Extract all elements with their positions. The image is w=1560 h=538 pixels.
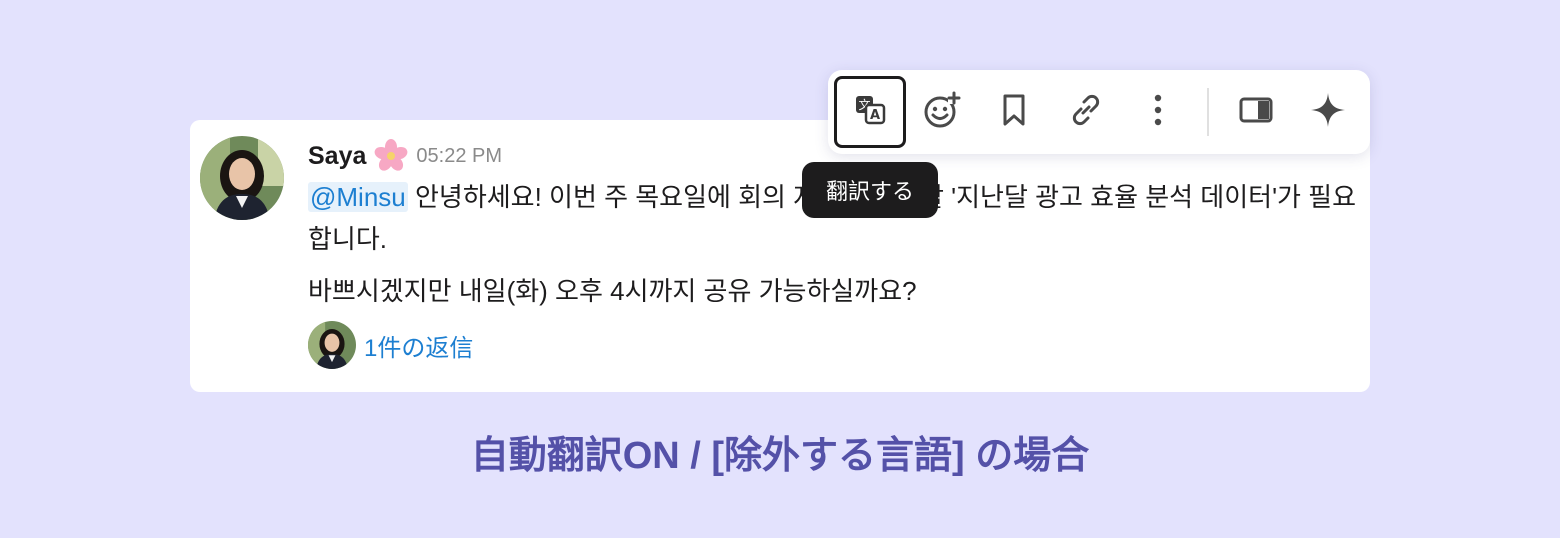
author-name[interactable]: Saya <box>308 142 366 171</box>
sparkle-ai-icon <box>1309 91 1347 134</box>
bookmark-icon <box>996 92 1032 133</box>
message-card: Saya 05:22 PM @Minsu 안녕하세요! 이번 주 목요일에 회의… <box>190 120 1370 392</box>
reply-avatar <box>308 321 356 369</box>
add-reaction-icon <box>922 90 962 135</box>
user-mention[interactable]: @Minsu <box>308 182 408 212</box>
timestamp[interactable]: 05:22 PM <box>416 145 502 168</box>
caption: 自動翻訳ON / [除外する言語] の場合 <box>470 435 1090 477</box>
message-text-part-1: 안녕하세요! 이번 주 목요일에 <box>407 182 739 212</box>
bookmark-button[interactable] <box>978 76 1050 148</box>
copy-link-button[interactable] <box>1050 76 1122 148</box>
translate-icon: 文 A <box>852 92 888 133</box>
avatar[interactable] <box>200 136 284 220</box>
add-reaction-button[interactable] <box>906 76 978 148</box>
thread-replies[interactable]: 1件の返信 <box>308 320 1358 370</box>
translate-button[interactable]: 文 A <box>834 76 906 148</box>
svg-text:A: A <box>870 108 880 123</box>
ai-assistant-button[interactable] <box>1292 76 1364 148</box>
thread-replies-link[interactable]: 1件の返信 <box>364 328 473 363</box>
more-actions-button[interactable] <box>1122 76 1194 148</box>
message-actions-toolbar: 文 A <box>828 70 1370 154</box>
cherry-blossom-icon <box>374 139 408 173</box>
message-paragraph-2: 바쁘시겠지만 내일(화) 오후 4시까지 공유 가능하실까요? <box>308 276 917 306</box>
open-in-panel-button[interactable] <box>1220 76 1292 148</box>
more-vertical-icon <box>1148 91 1168 134</box>
translate-tooltip: 翻訳する <box>802 162 938 218</box>
sidebar-panel-icon <box>1238 92 1274 133</box>
toolbar-divider <box>1207 88 1209 136</box>
link-icon <box>1067 91 1105 134</box>
